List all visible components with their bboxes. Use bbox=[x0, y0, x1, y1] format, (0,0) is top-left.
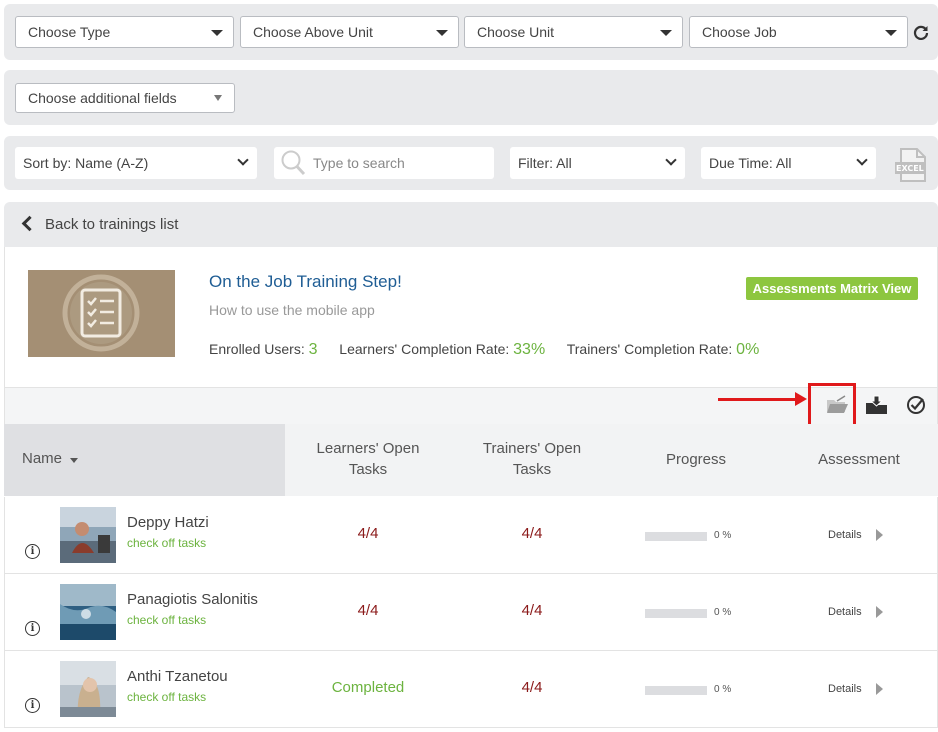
caret-down-icon bbox=[211, 30, 223, 36]
chevron-down-icon bbox=[856, 154, 868, 166]
caret-down-icon bbox=[214, 95, 222, 101]
annotation-arrow bbox=[718, 398, 798, 401]
search-input[interactable]: Type to search bbox=[274, 147, 494, 179]
name-header-label: Name bbox=[22, 450, 63, 467]
details-link[interactable]: Details bbox=[828, 683, 862, 695]
due-time-select[interactable]: Due Time: All bbox=[701, 147, 876, 179]
excel-export-icon[interactable]: EXCEL bbox=[894, 147, 928, 183]
progress-text: 0 % bbox=[714, 684, 732, 695]
training-info-card: On the Job Training Step! How to use the… bbox=[4, 247, 938, 387]
learners-rate-value: 33% bbox=[513, 341, 546, 358]
chevron-left-icon bbox=[21, 215, 38, 232]
learners-open-tasks: 4/4 bbox=[357, 602, 379, 619]
training-thumbnail bbox=[28, 270, 175, 357]
caret-down-icon bbox=[436, 30, 448, 36]
chevron-down-icon bbox=[665, 154, 677, 166]
caret-right-icon[interactable] bbox=[876, 529, 883, 541]
training-title[interactable]: On the Job Training Step! bbox=[209, 272, 402, 292]
assessments-matrix-button[interactable]: Assessments Matrix View bbox=[746, 277, 918, 300]
progress-text: 0 % bbox=[714, 607, 732, 618]
trainers-rate-label: Trainers' Completion Rate: bbox=[566, 341, 733, 357]
trainers-open-tasks: 4/4 bbox=[521, 679, 543, 696]
check-off-tasks-link[interactable]: check off tasks bbox=[127, 690, 206, 704]
trainers-rate-value: 0% bbox=[736, 341, 760, 358]
avatar bbox=[60, 661, 116, 717]
type-select[interactable]: Choose Type bbox=[15, 16, 234, 48]
check-off-tasks-link[interactable]: check off tasks bbox=[127, 536, 206, 550]
job-select-label: Choose Job bbox=[702, 24, 777, 40]
search-icon bbox=[281, 150, 306, 176]
learners-open-tasks: 4/4 bbox=[357, 525, 379, 542]
annotation-highlight-box bbox=[808, 383, 856, 430]
learners-rate-label: Learners' Completion Rate: bbox=[339, 341, 510, 357]
filter-select[interactable]: Filter: All bbox=[510, 147, 685, 179]
additional-fields-label: Choose additional fields bbox=[28, 90, 177, 106]
sort-select-label: Sort by: Name (A-Z) bbox=[23, 155, 149, 171]
assessment-header: Assessment bbox=[818, 451, 900, 468]
above-unit-select[interactable]: Choose Above Unit bbox=[240, 16, 459, 48]
training-stats: Enrolled Users: 3 Learners' Completion R… bbox=[209, 341, 759, 359]
table-row: i Panagiotis Salonitis check off tasks 4… bbox=[4, 574, 938, 651]
check-circle-icon[interactable] bbox=[906, 395, 926, 415]
unit-select[interactable]: Choose Unit bbox=[464, 16, 683, 48]
details-link[interactable]: Details bbox=[828, 606, 862, 618]
progress-text: 0 % bbox=[714, 530, 732, 541]
progress-bar bbox=[645, 686, 707, 695]
checklist-icon bbox=[62, 274, 140, 352]
job-select[interactable]: Choose Job bbox=[689, 16, 908, 48]
caret-right-icon[interactable] bbox=[876, 683, 883, 695]
avatar bbox=[60, 584, 116, 640]
name-column-header[interactable]: Name bbox=[4, 424, 285, 496]
due-time-select-label: Due Time: All bbox=[709, 155, 792, 171]
avatar bbox=[60, 507, 116, 563]
enrolled-value: 3 bbox=[308, 341, 318, 358]
details-link[interactable]: Details bbox=[828, 529, 862, 541]
learners-open-header: Learners' Open Tasks bbox=[316, 440, 420, 478]
table-row: i Anthi Tzanetou check off tasks Complet… bbox=[4, 651, 938, 728]
search-placeholder: Type to search bbox=[313, 155, 405, 171]
trainers-open-tasks: 4/4 bbox=[521, 602, 543, 619]
additional-fields-select[interactable]: Choose additional fields bbox=[15, 83, 235, 113]
trainers-open-tasks: 4/4 bbox=[521, 525, 543, 542]
enrolled-label: Enrolled Users: bbox=[209, 341, 305, 357]
progress-header: Progress bbox=[665, 451, 727, 468]
back-to-trainings-link[interactable]: Back to trainings list bbox=[4, 202, 938, 247]
download-folder-icon[interactable] bbox=[865, 395, 889, 415]
annotation-arrow-head bbox=[795, 392, 807, 406]
chevron-down-icon bbox=[237, 154, 249, 166]
back-label: Back to trainings list bbox=[45, 216, 179, 233]
caret-down-icon bbox=[660, 30, 672, 36]
learner-name[interactable]: Anthi Tzanetou bbox=[127, 668, 228, 685]
info-icon[interactable]: i bbox=[25, 621, 40, 636]
training-subtitle: How to use the mobile app bbox=[209, 302, 375, 318]
learner-name[interactable]: Deppy Hatzi bbox=[127, 514, 209, 531]
unit-select-label: Choose Unit bbox=[477, 24, 555, 40]
sort-caret-icon bbox=[70, 458, 78, 463]
info-icon[interactable]: i bbox=[25, 544, 40, 559]
caret-right-icon[interactable] bbox=[876, 606, 883, 618]
learner-name[interactable]: Panagiotis Salonitis bbox=[127, 591, 258, 608]
refresh-icon[interactable] bbox=[913, 24, 929, 40]
type-select-label: Choose Type bbox=[28, 24, 111, 40]
table-row: i Deppy Hatzi check off tasks 4/4 4/4 0 … bbox=[4, 497, 938, 574]
trainers-open-header: Trainers' Open Tasks bbox=[482, 440, 582, 478]
learners-open-tasks: Completed bbox=[331, 679, 405, 696]
above-unit-select-label: Choose Above Unit bbox=[253, 24, 373, 40]
sort-select[interactable]: Sort by: Name (A-Z) bbox=[15, 147, 257, 179]
progress-bar bbox=[645, 609, 707, 618]
caret-down-icon bbox=[885, 30, 897, 36]
table-header: Name Learners' Open Tasks Trainers' Open… bbox=[4, 424, 938, 496]
progress-bar bbox=[645, 532, 707, 541]
filter-select-label: Filter: All bbox=[518, 155, 572, 171]
check-off-tasks-link[interactable]: check off tasks bbox=[127, 613, 206, 627]
info-icon[interactable]: i bbox=[25, 698, 40, 713]
excel-label: EXCEL bbox=[896, 164, 924, 173]
